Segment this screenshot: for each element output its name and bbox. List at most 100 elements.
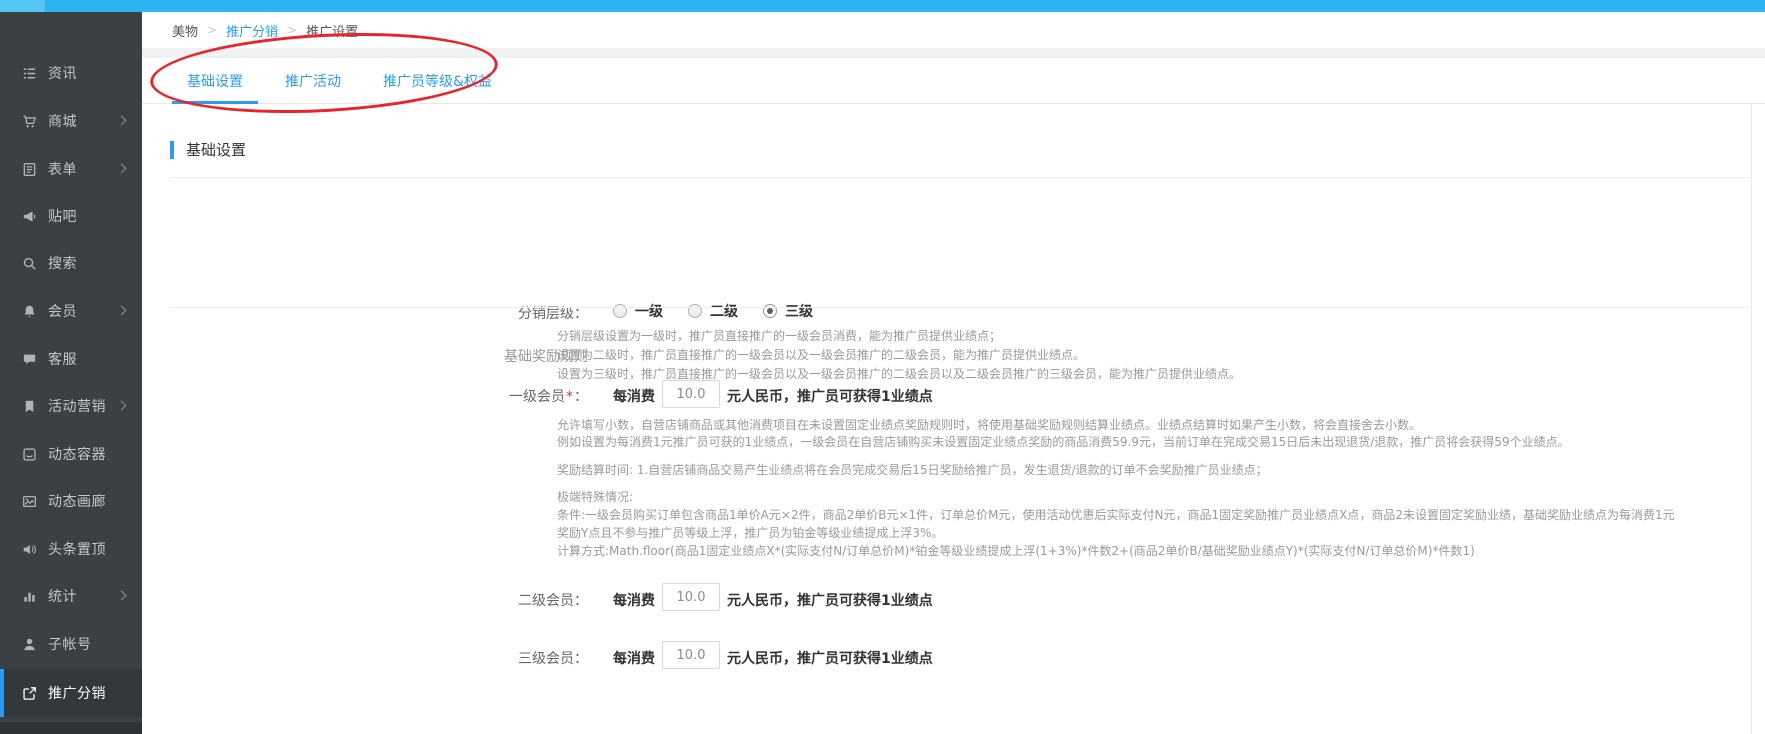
search-icon [22, 255, 38, 271]
level2-prefix-text: 每消费 [613, 590, 655, 610]
level2-member-label: 二级会员： [170, 590, 588, 610]
tab-promo-activity[interactable]: 推广活动 [270, 58, 356, 103]
distribution-level-radio-group: 一级 二级 三级 [613, 301, 838, 321]
sidebar-item-tieba[interactable]: 贴吧 [0, 193, 142, 239]
divider-strip [142, 48, 1765, 58]
help-line: 奖励结算时间: 1.自营店铺商品交易产生业绩点将在会员完成交易后15日奖励给推广… [557, 462, 1268, 479]
sidebar-item-label: 动态容器 [48, 444, 106, 464]
help-line: 条件:一级会员购买订单包含商品1单价A元×2件，商品2单价B元×1件，订单总价M… [557, 506, 1675, 524]
breadcrumb-item-settings: 推广设置 [306, 21, 358, 40]
help-line: 分销层级设置为一级时，推广员直接推广的一级会员消费，能为推广员提供业绩点； [557, 327, 1241, 346]
sidebar-item-label: 头条置顶 [48, 539, 106, 559]
admin-screen: 资讯 商城 表单 贴吧 搜索 会员 客服 [0, 0, 1765, 734]
sidebar-item-label: 表单 [48, 159, 77, 179]
megaphone-icon [22, 208, 38, 224]
stats-icon [22, 588, 38, 604]
user-icon [22, 636, 38, 652]
sidebar-item-label: 活动营销 [48, 396, 106, 416]
level1-member-label: 一级会员*： [170, 386, 588, 406]
sidebar-item-dynamic-container[interactable]: 动态容器 [0, 431, 142, 477]
tab-promoter-levels[interactable]: 推广员等级&权益 [368, 58, 507, 103]
sidebar-item-mall[interactable]: 商城 [0, 98, 142, 144]
level3-prefix-text: 每消费 [613, 648, 655, 668]
section-title: 基础设置 [186, 139, 246, 160]
sidebar-item-label: 统计 [48, 586, 77, 606]
reward-rules-group-label: 基础奖励规则 [170, 346, 588, 366]
level1-help-paragraph-1: 允许填写小数，自营店铺商品或其他消费项目在未设置固定业绩点奖励规则时，将使用基础… [557, 417, 1570, 451]
help-line: 设置为三级时，推广员直接推广的一级会员以及一级会员推广的二级会员以及二级会员推广… [557, 365, 1241, 384]
level1-help-paragraph-3: 极端特殊情况:条件:一级会员购买订单包含商品1单价A元×2件，商品2单价B元×1… [557, 488, 1675, 560]
tab-bar: 基础设置 推广活动 推广员等级&权益 [142, 58, 1765, 104]
content-right-border [1751, 104, 1752, 734]
chevron-right-icon [117, 163, 127, 173]
level3-amount-input[interactable] [662, 641, 720, 669]
sidebar-item-dynamic-gallery[interactable]: 动态画廊 [0, 478, 142, 524]
top-bar [0, 0, 1765, 12]
tab-basic-settings[interactable]: 基础设置 [172, 58, 258, 103]
sidebar-item-label: 贴吧 [48, 206, 77, 226]
breadcrumb: 美物 > 推广分销 > 推广设置 [142, 12, 1765, 48]
chevron-right-icon [117, 115, 127, 125]
sidebar-item-label: 资讯 [48, 63, 77, 83]
sidebar-item-label: 搜索 [48, 253, 77, 273]
speaker-icon [22, 541, 38, 557]
divider [170, 177, 1750, 178]
sidebar-item-members[interactable]: 会员 [0, 288, 142, 334]
sidebar-item-label: 子帐号 [48, 634, 92, 654]
breadcrumb-item-app: 美物 [172, 21, 198, 40]
level3-suffix-text: 元人民币，推广员可获得1业绩点 [727, 648, 933, 668]
sidebar-nav: 资讯 商城 表单 贴吧 搜索 会员 客服 [0, 12, 142, 734]
help-line: 例如设置为每消费1元推广员可获的1业绩点，一级会员在自营店铺购买未设置固定业绩点… [557, 434, 1570, 451]
breadcrumb-item-promotion[interactable]: 推广分销 [226, 21, 278, 40]
sidebar-item-news[interactable]: 资讯 [0, 50, 142, 96]
chevron-right-icon [117, 590, 127, 600]
sidebar-item-service[interactable]: 客服 [0, 336, 142, 382]
bell-icon [22, 303, 38, 319]
sidebar-item-label: 客服 [48, 349, 77, 369]
sidebar-item-search[interactable]: 搜索 [0, 240, 142, 286]
radio-level-2[interactable]: 二级 [688, 301, 738, 321]
cart-icon [22, 113, 38, 129]
list-icon [22, 65, 38, 81]
breadcrumb-separator: > [287, 23, 297, 37]
radio-level-1[interactable]: 一级 [613, 301, 663, 321]
sidebar-item-forms[interactable]: 表单 [0, 146, 142, 192]
sidebar-item-subaccount[interactable]: 子帐号 [0, 621, 142, 667]
sidebar-footer-strip [0, 722, 142, 734]
divider [170, 307, 1750, 308]
section-accent-bar [170, 141, 174, 159]
level1-help-paragraph-2: 奖励结算时间: 1.自营店铺商品交易产生业绩点将在会员完成交易后15日奖励给推广… [557, 462, 1268, 479]
sidebar-item-statistics[interactable]: 统计 [0, 573, 142, 619]
distribution-level-help-text: 分销层级设置为一级时，推广员直接推广的一级会员消费，能为推广员提供业绩点；设置为… [557, 327, 1241, 384]
sidebar-item-label: 会员 [48, 301, 77, 321]
sidebar-item-label: 推广分销 [48, 683, 106, 703]
level1-suffix-text: 元人民币，推广员可获得1业绩点 [727, 386, 933, 406]
level2-amount-input[interactable] [662, 583, 720, 611]
container-icon [22, 446, 38, 462]
level1-prefix-text: 每消费 [613, 386, 655, 406]
help-line: 允许填写小数，自营店铺商品或其他消费项目在未设置固定业绩点奖励规则时，将使用基础… [557, 417, 1570, 434]
form-icon [22, 161, 38, 177]
share-icon [22, 685, 38, 701]
chevron-right-icon [117, 400, 127, 410]
breadcrumb-separator: > [207, 23, 217, 37]
distribution-level-label: 分销层级： [170, 303, 588, 323]
help-line: 计算方式:Math.floor(商品1固定业绩点X*(实际支付N/订单总价M)*… [557, 542, 1675, 560]
level1-amount-input[interactable] [662, 380, 720, 408]
level3-member-label: 三级会员： [170, 648, 588, 668]
chat-icon [22, 351, 38, 367]
radio-level-3[interactable]: 三级 [763, 301, 813, 321]
sidebar-item-label: 动态画廊 [48, 491, 106, 511]
main-content: 基础设置 分销层级： 一级 二级 三级 分销层级设置为一级时，推广员直接推广的一… [142, 104, 1765, 734]
section-header: 基础设置 [170, 139, 246, 160]
help-line: 奖励Y点且不参与推广员等级上浮，推广员为铂金等级业绩提成上浮3%。 [557, 524, 1675, 542]
gallery-icon [22, 493, 38, 509]
sidebar-item-headline-top[interactable]: 头条置顶 [0, 526, 142, 572]
sidebar-item-marketing[interactable]: 活动营销 [0, 383, 142, 429]
level2-suffix-text: 元人民币，推广员可获得1业绩点 [727, 590, 933, 610]
logo-chip [0, 0, 45, 12]
sidebar-item-promotion[interactable]: 推广分销 [0, 669, 142, 717]
chevron-right-icon [117, 305, 127, 315]
bookmark-icon [22, 398, 38, 414]
help-line: 设置为二级时，推广员直接推广的一级会员以及一级会员推广的二级会员，能为推广员提供… [557, 346, 1241, 365]
